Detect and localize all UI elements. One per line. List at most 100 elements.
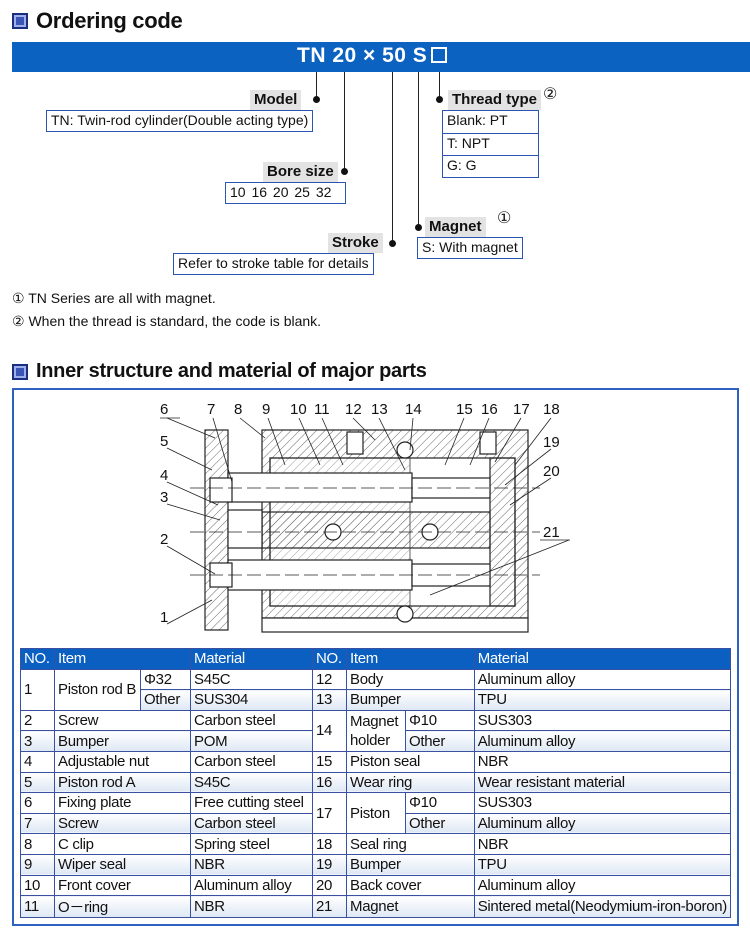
table-cell: S45C (190, 771, 313, 794)
center-rod (261, 511, 491, 549)
callout-15: 15 (456, 401, 473, 418)
table-cell: Spring steel (190, 833, 313, 855)
table-cell: Piston (346, 792, 406, 835)
table-cell: 16 (312, 771, 347, 794)
table-cell: 12 (312, 668, 347, 691)
table-cell: POM (190, 730, 313, 752)
callout-12: 12 (345, 401, 362, 418)
table-cell: Seal ring (346, 833, 475, 855)
callout-6: 6 (160, 401, 168, 418)
cylinder-cross-section: 123456 7 8 9 10 11 12 13 14 15 16 17 18192021 (160, 401, 570, 633)
callout-16: 16 (481, 401, 498, 418)
table-cell: 18 (312, 833, 347, 855)
table-cell: Wear resistant material (473, 771, 732, 794)
header-item: Item (346, 648, 475, 670)
table-cell: NBR (473, 833, 732, 855)
table-cell: NBR (190, 853, 313, 876)
table-row: 5 Piston rod A S45C 16 Wear ring Wear resista… (20, 771, 732, 794)
table-cell: 20 (312, 874, 347, 897)
table-cell: Magnet holder (346, 709, 406, 752)
table-cell: 21 (312, 895, 347, 919)
table-cell: Piston seal (346, 750, 475, 773)
table-cell: Fixing plate (54, 792, 191, 814)
table-cell: TPU (473, 689, 732, 711)
table-row: 1 Piston rod B Φ32 S45C 12 Body Aluminum alloy (20, 668, 732, 711)
table-cell: 7 (20, 812, 55, 835)
table-row: 4 Adjustable nut Carbon steel 15 Piston seal… (20, 750, 732, 773)
callout-8: 8 (234, 401, 242, 418)
table-cell: S45C (190, 668, 313, 691)
table-cell: Bumper (54, 730, 191, 752)
table-cell: SUS303 (473, 709, 732, 732)
table-cell: 1 (20, 668, 55, 711)
table-cell: 19 (312, 853, 347, 876)
table-cell: Φ32 (140, 668, 191, 691)
callout-14: 14 (405, 401, 422, 418)
table-row: 2 Screw Carbon steel 14 Magnet holder Φ10 SUS30… (20, 709, 732, 752)
table-cell: Carbon steel (190, 709, 313, 732)
callout-2: 2 (160, 531, 168, 548)
table-cell: NBR (190, 895, 313, 919)
table-cell: Sintered metal(Neodymium-iron-boron) (473, 895, 732, 919)
callout-21: 21 (543, 524, 560, 541)
header-no: NO. (312, 648, 347, 670)
callout-7: 7 (207, 401, 215, 418)
table-cell: 15 (312, 750, 347, 773)
table-cell: 4 (20, 750, 55, 773)
table-cell: Other (140, 689, 191, 711)
callout-9: 9 (262, 401, 270, 418)
table-cell: Screw (54, 812, 191, 835)
table-cell: Other (405, 730, 475, 752)
header-no: NO. (20, 648, 55, 670)
table-row: 11 O－ring NBR 21 Magnet Sintered metal(Neodym… (20, 895, 732, 919)
table-cell: Bumper (346, 689, 475, 711)
table-cell: C clip (54, 833, 191, 855)
table-cell: 13 (312, 689, 347, 711)
table-cell: Front cover (54, 874, 191, 897)
table-cell: Wear ring (346, 771, 475, 794)
table-cell: Bumper (346, 853, 475, 876)
table-cell: NBR (473, 750, 732, 773)
table-cell: Adjustable nut (54, 750, 191, 773)
table-cell: Body (346, 668, 475, 691)
table-row: 10 Front cover Aluminum alloy 20 Back cover A… (20, 874, 732, 897)
table-cell: Piston rod B (54, 668, 141, 711)
table-cell: Aluminum alloy (473, 874, 732, 897)
callout-17: 17 (513, 401, 530, 418)
table-cell: 3 (20, 730, 55, 752)
table-row: 8C clip Spring steel 18 Seal ring NBR (20, 833, 732, 855)
table-cell: 17 (312, 792, 347, 835)
callout-19: 19 (543, 434, 560, 451)
table-cell: 6 (20, 792, 55, 814)
callout-13: 13 (371, 401, 388, 418)
table-cell: Aluminum alloy (473, 730, 732, 752)
table-cell: Piston rod A (54, 771, 191, 794)
parts-table: NO. Item Material NO. Item Material 1 Pis… (20, 648, 732, 919)
table-cell: Wiper seal (54, 853, 191, 876)
callout-18: 18 (543, 401, 560, 418)
callout-10: 10 (290, 401, 307, 418)
table-row: 6 Fixing plate Free cutting steel 17 Piston Φ… (20, 792, 732, 835)
table-cell: 10 (20, 874, 55, 897)
callout-1: 1 (160, 609, 168, 626)
table-cell: SUS304 (190, 689, 313, 711)
callout-3: 3 (160, 489, 168, 506)
piston-rod-a (227, 472, 413, 503)
table-cell: Back cover (346, 874, 475, 897)
table-cell: Φ10 (405, 792, 475, 814)
table-cell: Carbon steel (190, 750, 313, 773)
callout-20: 20 (543, 463, 560, 480)
table-cell: O－ring (54, 895, 191, 919)
table-cell: 5 (20, 771, 55, 794)
table-cell: Aluminum alloy (473, 668, 732, 691)
table-cell: Carbon steel (190, 812, 313, 835)
table-row: 9 Wiper seal NBR 19 Bumper TPU (20, 853, 732, 876)
header-material: Material (190, 648, 313, 670)
table-cell: 11 (20, 895, 55, 919)
table-cell: 8 (20, 833, 55, 855)
table-cell: 14 (312, 709, 347, 752)
table-cell: Magnet (346, 895, 475, 919)
table-cell: Φ10 (405, 709, 475, 732)
header-item: Item (54, 648, 191, 670)
table-cell: TPU (473, 853, 732, 876)
